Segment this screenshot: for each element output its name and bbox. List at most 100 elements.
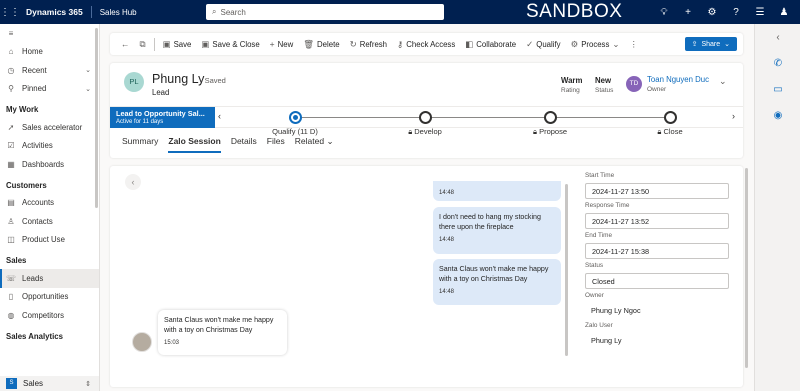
process-button[interactable]: ⚙ Process ⌄ (566, 33, 625, 55)
plus-icon[interactable]: + (676, 7, 700, 18)
sidebar-item-contacts[interactable]: ♙ Contacts (0, 212, 99, 231)
sidebar-collapse-button[interactable]: ≡ (0, 24, 99, 43)
process-icon: ⚙ (570, 38, 579, 49)
area-switcher[interactable]: S Sales ⇕ (0, 376, 99, 391)
app-name[interactable]: Sales Hub (92, 8, 137, 17)
sidebar-item-home[interactable]: ⌂ Home (0, 43, 99, 62)
form-scrollbar[interactable] (745, 168, 748, 368)
zalo-icon[interactable]: ◉ (755, 102, 800, 128)
sidebar-item-label: Contacts (22, 216, 53, 226)
header-field-status[interactable]: New Status (595, 76, 613, 94)
chevron-down-icon: ⌄ (612, 38, 620, 49)
message-time: 14:48 (439, 190, 455, 196)
phone-icon[interactable]: ✆ (755, 50, 800, 76)
stage-label: Propose (539, 127, 567, 136)
collaborate-button[interactable]: ◧ Collaborate (460, 33, 521, 55)
delete-button[interactable]: 🗑︎ Delete (298, 33, 344, 55)
share-button[interactable]: ⇪ Share ⌄ (684, 37, 737, 51)
tab-zalo-session[interactable]: Zalo Session (168, 136, 221, 153)
owner-field[interactable]: Phung Ly Ngoc (585, 303, 729, 319)
sidebar-item-activities[interactable]: ☑ Activities (0, 137, 99, 156)
rating-label: Rating (561, 87, 580, 94)
sidebar-scrollbar[interactable] (95, 28, 98, 208)
chat-back-button[interactable]: ‹ (125, 174, 141, 190)
lightbulb-icon[interactable]: 💡︎ (652, 7, 676, 18)
field-label: Zalo User (585, 322, 613, 329)
gear-icon[interactable]: ⚙ (700, 7, 724, 18)
status-field[interactable]: Closed (585, 273, 729, 289)
command-bar: ← ⧉ ▣ Save ▣ Save & Close + New 🗑︎ Delete ↻ R… (110, 33, 743, 55)
header-expand-chevron-icon[interactable]: ⌄ (719, 76, 727, 87)
process-label: Process (581, 39, 610, 49)
stage-qualify[interactable]: Qualify (11 D) (255, 111, 335, 136)
key-icon: ⚷ (397, 38, 404, 49)
start-time-field[interactable]: 2024-11-27 13:50 (585, 183, 729, 199)
response-time-field[interactable]: 2024-11-27 13:52 (585, 213, 729, 229)
site-map-sidebar: ≡ ⌂ Home ◷ Recent ⌄ ⚲ Pinned ⌄ My Work ➚ Sales… (0, 24, 100, 391)
sidebar-item-recent[interactable]: ◷ Recent ⌄ (0, 61, 99, 80)
qualify-button[interactable]: ✓ Qualify (521, 33, 565, 55)
field-response-time: Response Time 2024-11-27 13:52 (585, 202, 729, 229)
sidebar-item-sales-accelerator[interactable]: ➚ Sales accelerator (0, 118, 99, 137)
owner-link[interactable]: Toan Nguyen Duc (647, 75, 709, 84)
save-close-label: Save & Close (212, 39, 260, 49)
competitor-icon: ◍ (7, 310, 15, 320)
field-label: Start Time (585, 172, 615, 179)
stage-develop[interactable]: 🔒︎ Develop (385, 111, 465, 137)
tab-files[interactable]: Files (267, 136, 285, 153)
sidebar-item-dashboards[interactable]: ▦ Dashboards (0, 155, 99, 174)
collapse-pane-icon[interactable]: ‹ (755, 24, 800, 50)
refresh-button[interactable]: ↻ Refresh (345, 33, 392, 55)
field-start-time: Start Time 2024-11-27 13:50 (585, 172, 729, 199)
sidebar-item-accounts[interactable]: ▤ Accounts (0, 194, 99, 213)
chat-icon[interactable]: ☰ (748, 7, 772, 18)
message-text: Santa Claus won't make me happy with a t… (439, 265, 549, 284)
share-label: Share (701, 40, 721, 48)
zalo-user-field[interactable]: Phung Ly (585, 333, 729, 349)
check-access-button[interactable]: ⚷ Check Access (392, 33, 460, 55)
field-zalo-user: Zalo User Phung Ly (585, 322, 729, 349)
sidebar-item-opportunities[interactable]: ▯ Opportunities (0, 288, 99, 307)
more-commands-button[interactable]: ⋮ (624, 33, 643, 55)
save-button[interactable]: ▣ Save (158, 33, 197, 55)
chevron-down-icon: ⌄ (724, 41, 730, 48)
tab-related[interactable]: Related ⌄ (295, 136, 334, 153)
global-search-input[interactable]: ⌕ Search (206, 4, 444, 20)
person-icon: ♙ (7, 216, 15, 226)
sidebar-section-title: My Work (6, 105, 39, 114)
top-navigation-bar: ⋮⋮ Dynamics 365 Sales Hub ⌕ Search SANDB… (0, 0, 800, 24)
open-in-new-window-button[interactable]: ⧉ (135, 33, 151, 55)
business-process-flow: Lead to Opportunity Sal... Active for 11… (110, 106, 743, 136)
help-icon[interactable]: ? (724, 7, 748, 18)
app-launcher-icon[interactable]: ⋮⋮ (0, 0, 20, 24)
sidebar-item-product-use[interactable]: ◫ Product Use (0, 231, 99, 250)
stage-close[interactable]: 🔒︎ Close (630, 111, 710, 137)
save-and-close-button[interactable]: ▣ Save & Close (196, 33, 264, 55)
chevron-down-icon: ⌄ (85, 85, 91, 93)
chat-scrollbar[interactable] (565, 184, 568, 356)
header-field-rating[interactable]: Warm Rating (561, 76, 582, 94)
bpf-prev-button[interactable]: ‹ (218, 111, 221, 121)
new-button[interactable]: + New (265, 33, 299, 55)
user-icon[interactable]: ♟ (772, 7, 796, 18)
tab-details[interactable]: Details (231, 136, 257, 153)
sidebar-item-competitors[interactable]: ◍ Competitors (0, 306, 99, 325)
chat-bubble-icon[interactable]: ▭ (755, 76, 800, 102)
chevron-down-icon: ⌄ (85, 67, 91, 75)
divider (153, 37, 155, 51)
process-flag[interactable]: Lead to Opportunity Sal... Active for 11… (110, 107, 215, 128)
tab-summary[interactable]: Summary (122, 136, 158, 153)
sidebar-item-pinned[interactable]: ⚲ Pinned ⌄ (0, 80, 99, 99)
bpf-next-button[interactable]: › (732, 111, 735, 121)
sidebar-item-leads[interactable]: ☏ Leads (0, 269, 99, 288)
hamburger-icon: ≡ (8, 28, 14, 38)
chat-transcript: ‹ 14:48 I don't need to hang my stocking… (110, 166, 576, 387)
end-time-field[interactable]: 2024-11-27 15:38 (585, 243, 729, 259)
contact-avatar (132, 332, 152, 352)
back-button[interactable]: ← (116, 33, 135, 55)
stage-label-row: 🔒︎ Develop (385, 127, 465, 137)
stage-propose[interactable]: 🔒︎ Propose (510, 111, 590, 137)
status-label: Status (595, 87, 614, 94)
sidebar-section-title: Sales (6, 256, 27, 265)
brand-name[interactable]: Dynamics 365 (20, 6, 92, 18)
